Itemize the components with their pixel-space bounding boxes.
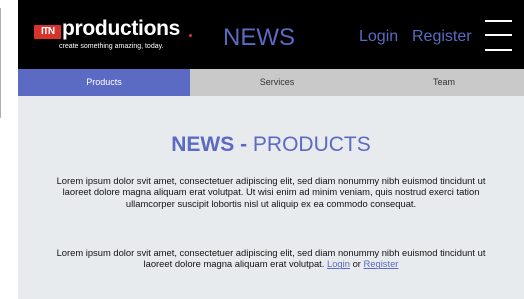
page-title: NEWS bbox=[223, 24, 295, 51]
logo-wordmark: productions bbox=[62, 17, 181, 40]
signin-paragraph-text: Lorem ipsum dolor svit amet, consectetue… bbox=[56, 247, 486, 270]
tab-products[interactable]: Products bbox=[18, 69, 190, 96]
heading-products: PRODUCTS bbox=[252, 133, 371, 156]
category-tabs: Products Services Team bbox=[18, 69, 524, 96]
menu-bar-top bbox=[485, 20, 512, 22]
register-link[interactable]: Register bbox=[412, 28, 472, 46]
menu-bar-bottom bbox=[485, 49, 512, 51]
main-content: NEWS - PRODUCTS Lorem ipsum dolor svit a… bbox=[18, 96, 524, 299]
inline-or-text: or bbox=[352, 258, 361, 270]
logo-tagline: create something amazing, today. bbox=[59, 43, 164, 50]
login-link[interactable]: Login bbox=[359, 28, 398, 46]
inline-register-link[interactable]: Register bbox=[364, 258, 399, 269]
site-header: ITN productions create something amazing… bbox=[18, 0, 524, 69]
heading-news: NEWS - bbox=[171, 133, 253, 156]
page-frame: ITN productions create something amazing… bbox=[18, 0, 524, 299]
tab-services[interactable]: Services bbox=[190, 69, 364, 96]
hamburger-menu-icon[interactable] bbox=[485, 20, 512, 51]
menu-bar-middle bbox=[485, 34, 512, 36]
logo-mark-text: ITN bbox=[40, 26, 55, 37]
signin-paragraph: Lorem ipsum dolor svit amet, consectetue… bbox=[48, 247, 494, 270]
tab-team[interactable]: Team bbox=[364, 69, 524, 96]
logo-dot bbox=[189, 34, 192, 37]
outer-left-border bbox=[0, 8, 1, 118]
inline-login-link[interactable]: Login bbox=[327, 258, 350, 269]
content-heading: NEWS - PRODUCTS bbox=[18, 133, 524, 157]
intro-paragraph: Lorem ipsum dolor svit amet, consectetue… bbox=[56, 175, 486, 209]
logo-mark: ITN bbox=[34, 25, 61, 39]
